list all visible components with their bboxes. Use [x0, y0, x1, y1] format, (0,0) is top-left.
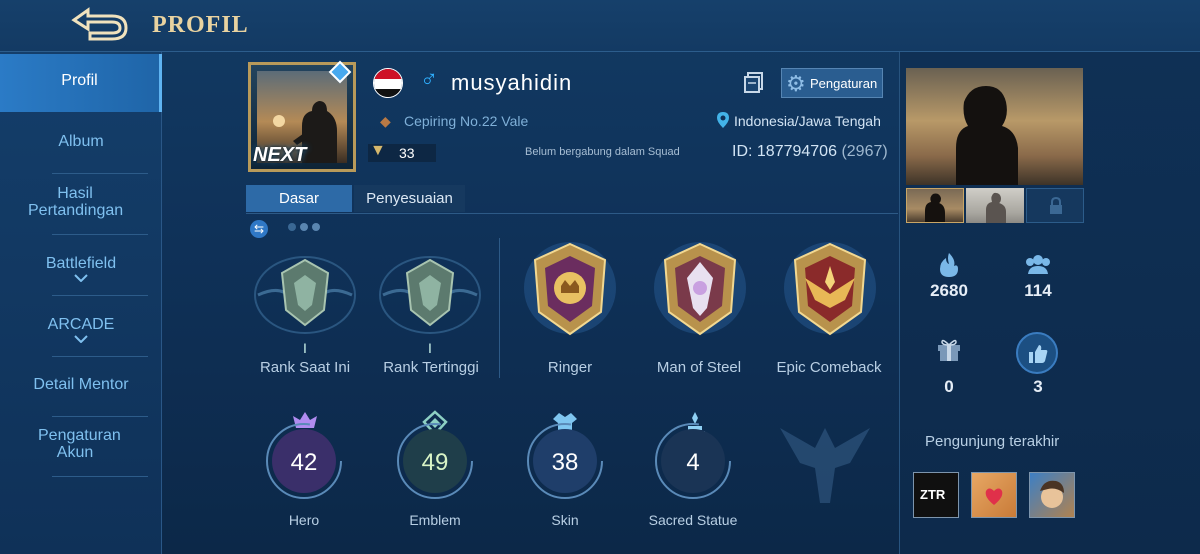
- followers-value: 114: [1024, 281, 1052, 300]
- location: Indonesia/Jawa Tengah: [734, 113, 881, 129]
- visitor-avatar[interactable]: [971, 472, 1017, 518]
- ringer-medal-icon[interactable]: [515, 238, 625, 338]
- stat-label: Emblem: [409, 512, 461, 528]
- visitor-tag: ZTR: [920, 487, 946, 502]
- avatar-frame-label: NEXT: [253, 144, 307, 166]
- popularity-value: 2680: [930, 281, 968, 300]
- guild-icon: ◆: [380, 113, 391, 129]
- epic-comeback-medal-icon[interactable]: [775, 238, 885, 338]
- popularity-flame-icon: [940, 253, 958, 277]
- sidebar-item-detail-mentor[interactable]: Detail Mentor: [0, 376, 162, 393]
- thumbs-up-icon: [1029, 345, 1048, 363]
- flag-icon: [373, 68, 403, 98]
- tab-penyesuaian[interactable]: Penyesuaian: [354, 185, 465, 212]
- visitor-avatar[interactable]: ZTR: [913, 472, 959, 518]
- badge-label: Rank Saat Ini: [259, 359, 351, 376]
- player-id-value: ID: 187794706: [732, 143, 837, 160]
- sidebar-divider: [52, 173, 148, 174]
- photo-thumbnail[interactable]: [966, 188, 1024, 223]
- rank-current-emblem-icon[interactable]: [250, 245, 360, 345]
- locked-photo-slot[interactable]: [1026, 188, 1084, 223]
- sidebar-divider: [52, 295, 148, 296]
- badge-label: Man of Steel: [656, 359, 742, 376]
- page-dot: [300, 223, 308, 231]
- gear-icon: ⚙: [786, 71, 806, 96]
- copy-button[interactable]: [742, 70, 766, 94]
- switch-icon[interactable]: ⇆: [250, 220, 268, 238]
- sidebar-item-profil[interactable]: Profil: [0, 54, 162, 112]
- sidebar-divider: [52, 416, 148, 417]
- sidebar-divider: [52, 476, 148, 477]
- location-pin-icon: [717, 112, 729, 128]
- copy-icon: [744, 72, 763, 93]
- lock-icon: [1050, 196, 1062, 214]
- sidebar-item-label: Profil: [61, 72, 98, 89]
- settings-button[interactable]: ⚙ Pengaturan: [781, 68, 883, 98]
- visitor-avatar[interactable]: [1029, 472, 1075, 518]
- username: musyahidin: [451, 70, 573, 95]
- sacred-statue-count: 4: [686, 449, 700, 476]
- badge-label: Epic Comeback: [776, 359, 882, 376]
- sidebar-item-label: Pengaturan Akun: [38, 427, 121, 461]
- sidebar-item-arcade[interactable]: ARCADE: [0, 316, 162, 343]
- server-id: (2967): [841, 143, 888, 160]
- gift-icon[interactable]: [934, 334, 964, 364]
- sidebar-item-hasil-pertandingan[interactable]: Hasil Pertandingan: [0, 185, 150, 219]
- sidebar-item-pengaturan-akun[interactable]: Pengaturan Akun: [0, 427, 150, 461]
- chevron-down-icon: [74, 335, 88, 343]
- stat-label: Hero: [288, 512, 320, 528]
- badge-label: Ringer: [547, 359, 593, 376]
- profile-photo[interactable]: [906, 68, 1083, 185]
- man-of-steel-medal-icon[interactable]: [645, 238, 755, 338]
- level-number: 33: [399, 145, 415, 161]
- guild-name[interactable]: Cepiring No.22 Vale: [404, 113, 528, 129]
- sidebar-divider: [52, 234, 148, 235]
- badge-label: Rank Tertinggi: [383, 359, 479, 376]
- stat-label: Skin: [551, 512, 579, 528]
- sidebar-item-battlefield[interactable]: Battlefield: [0, 255, 162, 282]
- photo-thumbnail[interactable]: [906, 188, 964, 223]
- section-divider: [499, 238, 500, 378]
- top-bar: PROFIL: [0, 0, 1200, 52]
- male-icon: ♂: [420, 66, 438, 93]
- sidebar-divider: [52, 356, 148, 357]
- likes-value: 3: [1033, 377, 1043, 396]
- stat-label: Sacred Statue: [648, 512, 738, 528]
- settings-label: Pengaturan: [810, 76, 878, 91]
- sidebar-item-label: Detail Mentor: [33, 376, 129, 393]
- page-dot: [288, 223, 296, 231]
- phoenix-watermark-icon: [780, 428, 870, 503]
- page-title: PROFIL: [152, 12, 249, 38]
- squad-status: Belum bergabung dalam Squad: [525, 146, 680, 158]
- sidebar: [0, 52, 162, 554]
- like-button[interactable]: [1016, 332, 1058, 374]
- rank-tier: I: [428, 340, 432, 356]
- tab-underline: [246, 213, 898, 214]
- rank-tier: I: [303, 340, 307, 356]
- gifts-value: 0: [944, 377, 954, 396]
- sidebar-item-album[interactable]: Album: [0, 133, 162, 150]
- tab-dasar[interactable]: Dasar: [246, 185, 352, 212]
- player-id: ID: 187794706 (2967): [732, 143, 888, 161]
- sidebar-item-label: ARCADE: [47, 316, 115, 333]
- back-button[interactable]: [70, 6, 130, 42]
- level-icon: ▼: [370, 142, 386, 159]
- followers-icon: [1026, 255, 1050, 274]
- skin-count: 38: [551, 449, 579, 476]
- rank-highest-emblem-icon[interactable]: [375, 245, 485, 345]
- page-dot: [312, 223, 320, 231]
- chevron-down-icon: [74, 274, 88, 282]
- recent-visitors-label: Pengunjung terakhir: [925, 433, 1060, 450]
- sidebar-item-label: Battlefield: [45, 255, 117, 272]
- emblem-count: 49: [421, 449, 449, 476]
- sidebar-item-label: Album: [58, 133, 104, 150]
- back-arrow-icon: [71, 7, 128, 41]
- sidebar-item-label: Hasil Pertandingan: [28, 185, 124, 219]
- hero-count: 42: [290, 449, 318, 476]
